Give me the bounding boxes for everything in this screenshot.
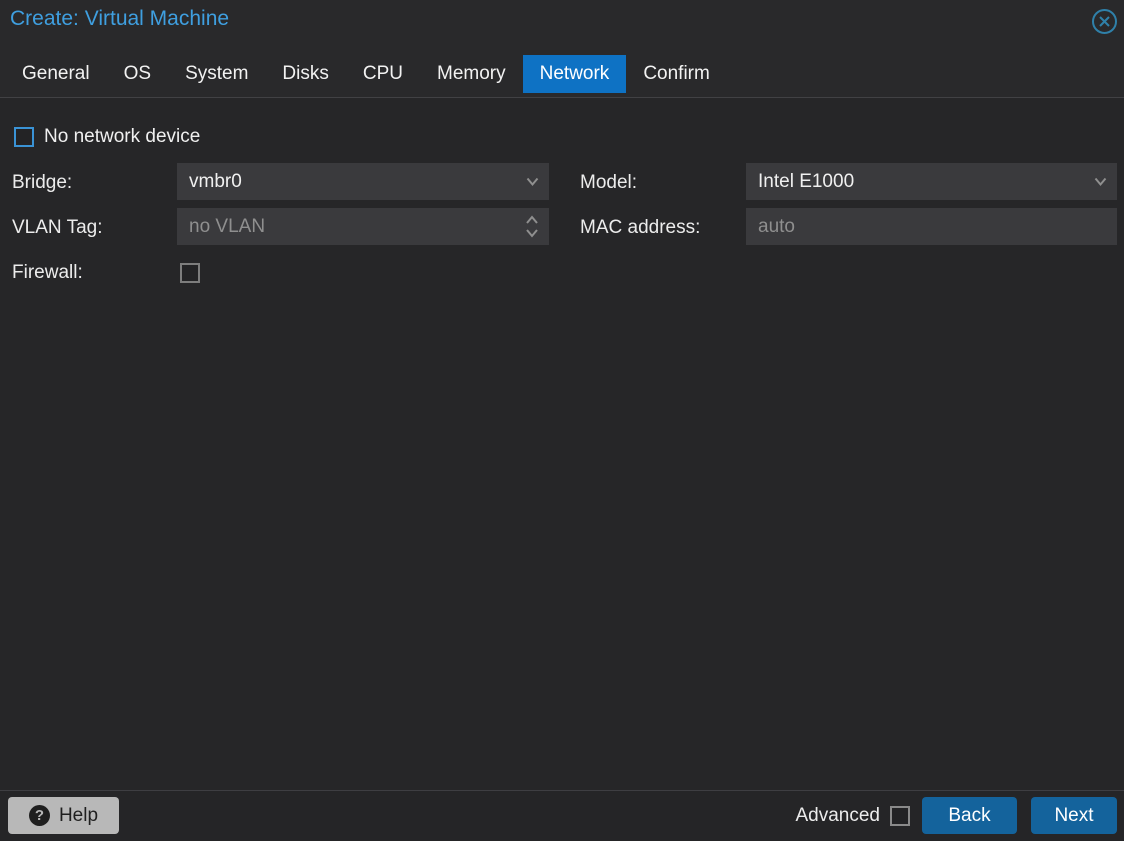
help-button-label: Help <box>58 804 99 826</box>
bridge-combobox[interactable] <box>177 163 549 200</box>
advanced-checkbox[interactable] <box>890 805 910 826</box>
model-combobox[interactable] <box>746 163 1117 200</box>
vlan-tag-label: VLAN Tag: <box>12 217 103 238</box>
tab-system[interactable]: System <box>168 55 265 93</box>
firewall-checkbox[interactable] <box>180 263 200 283</box>
chevron-down-icon[interactable] <box>515 163 549 200</box>
tab-cpu[interactable]: CPU <box>346 55 420 93</box>
footer-actions: Advanced Back Next <box>795 797 1117 834</box>
model-label: Model: <box>580 172 638 193</box>
dialog-title: Create: Virtual Machine <box>10 7 230 30</box>
advanced-label: Advanced <box>795 804 880 826</box>
model-input[interactable] <box>746 163 1083 200</box>
no-network-device-row: No network device <box>14 126 200 148</box>
no-network-device-label: No network device <box>44 126 201 147</box>
chevron-up-down-icon[interactable] <box>515 208 549 245</box>
mac-address-input[interactable] <box>746 208 1117 245</box>
tab-bar: General OS System Disks CPU Memory Netwo… <box>5 55 727 93</box>
dialog-footer: ? Help Advanced Back Next <box>0 790 1124 841</box>
tab-disks[interactable]: Disks <box>265 55 345 93</box>
chevron-down-icon[interactable] <box>1083 163 1117 200</box>
tab-os[interactable]: OS <box>107 55 168 93</box>
mac-address-label: MAC address: <box>580 217 701 238</box>
bridge-input[interactable] <box>177 163 515 200</box>
dialog-header: Create: Virtual Machine General OS Syste… <box>0 0 1124 98</box>
tab-memory[interactable]: Memory <box>420 55 523 93</box>
next-button[interactable]: Next <box>1031 797 1117 834</box>
bridge-label: Bridge: <box>12 172 73 193</box>
tab-network[interactable]: Network <box>522 55 627 93</box>
no-network-device-checkbox[interactable] <box>14 127 34 147</box>
firewall-label: Firewall: <box>12 262 83 283</box>
vlan-tag-input[interactable] <box>177 208 515 245</box>
close-icon[interactable] <box>1091 8 1118 35</box>
create-vm-window: { "window": { "title": "Create: Virtual … <box>0 0 1124 841</box>
back-button[interactable]: Back <box>922 797 1017 834</box>
tab-confirm[interactable]: Confirm <box>626 55 727 93</box>
vlan-tag-spinner-field[interactable] <box>177 208 549 245</box>
mac-address-field[interactable] <box>746 208 1117 245</box>
help-button[interactable]: ? Help <box>8 797 119 834</box>
tab-general[interactable]: General <box>5 55 107 93</box>
question-circle-icon: ? <box>28 805 50 826</box>
